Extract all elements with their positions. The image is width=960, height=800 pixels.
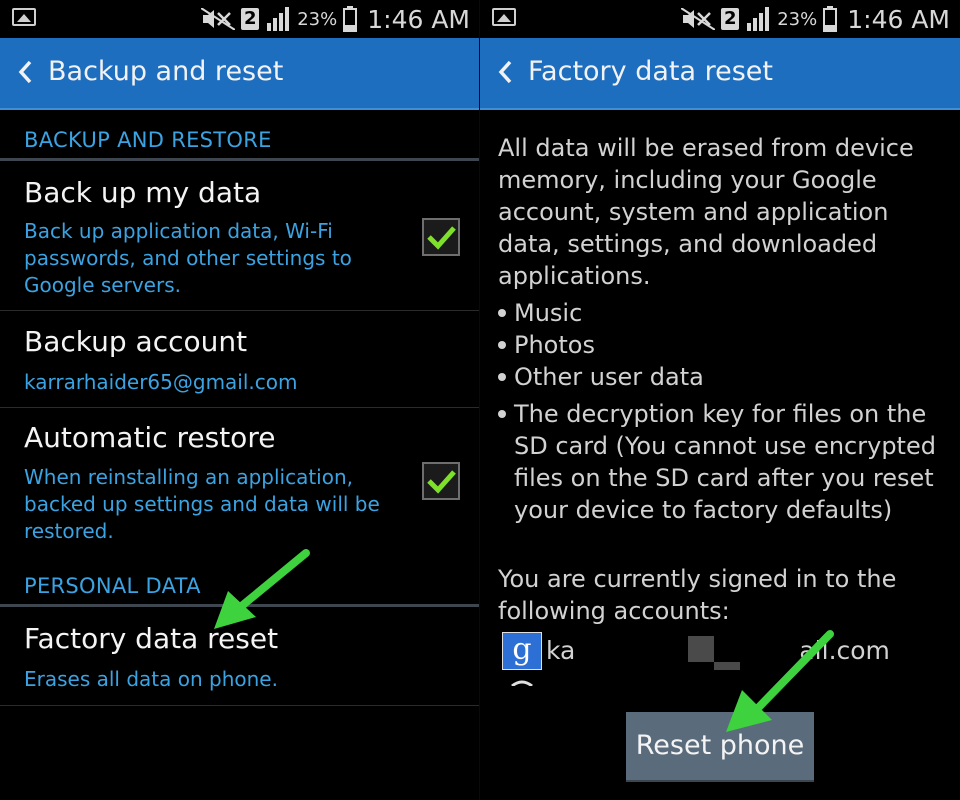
item-title: Automatic restore [24, 421, 276, 454]
clock: 1:46 AM [847, 4, 950, 34]
battery-icon [343, 6, 358, 32]
back-chevron-icon[interactable] [494, 58, 518, 86]
second-account-icon [511, 680, 533, 686]
item-divider [0, 407, 480, 408]
bullet-item: Other user data [514, 363, 704, 391]
image-icon [12, 8, 36, 26]
bullet-icon [498, 341, 506, 349]
bullet-icon [498, 373, 506, 381]
clock: 1:46 AM [367, 4, 470, 34]
mute-icon [201, 8, 236, 30]
item-divider [0, 705, 480, 706]
battery-percent: 23% [777, 8, 818, 30]
backup-account-item[interactable]: Backup account karrarhaider65@gmail.com [0, 325, 480, 405]
back-chevron-icon[interactable] [14, 58, 38, 86]
checkmark-icon [427, 226, 456, 250]
section-divider [0, 158, 480, 161]
factory-data-reset-item[interactable]: Factory data reset Erases all data on ph… [0, 622, 480, 702]
section-header-backup: BACKUP AND RESTORE [24, 128, 272, 152]
status-bar: 2 23% 1:46 AM [0, 0, 480, 38]
action-bar: Backup and reset [0, 38, 480, 110]
signed-in-text: You are currently signed in to the follo… [498, 565, 897, 625]
bullet-icon [498, 309, 506, 317]
page-title: Factory data reset [528, 56, 773, 87]
section-divider [0, 604, 480, 607]
account-email-start: ka [546, 636, 576, 665]
redaction-block [688, 636, 714, 662]
google-account-icon: g [502, 632, 542, 670]
automatic-restore-item[interactable]: Automatic restore When reinstalling an a… [0, 421, 480, 551]
item-subtitle: Erases all data on phone. [24, 667, 278, 691]
bullet-icon [498, 410, 506, 418]
signal-icon [747, 7, 770, 31]
backup-checkbox[interactable] [422, 218, 460, 256]
reset-phone-button[interactable]: Reset phone [626, 712, 814, 780]
status-indicators: 2 23% 1:46 AM [681, 4, 950, 34]
item-title: Factory data reset [24, 622, 279, 655]
factory-reset-screen: 2 23% 1:46 AM Factory data reset All dat… [480, 0, 960, 800]
mute-icon [681, 8, 716, 30]
bullet-item: Music [514, 299, 583, 327]
item-title: Back up my data [24, 176, 262, 209]
bullet-item: Photos [514, 331, 595, 359]
battery-icon [823, 6, 838, 32]
reset-warning-text: All data will be erased from device memo… [498, 134, 914, 290]
backup-my-data-item[interactable]: Back up my data Back up application data… [0, 176, 480, 308]
item-title: Backup account [24, 325, 248, 358]
sim-icon: 2 [721, 8, 740, 30]
item-subtitle: karrarhaider65@gmail.com [24, 370, 298, 394]
restore-checkbox[interactable] [422, 462, 460, 500]
bullet-item: The decryption key for files on the SD c… [514, 400, 936, 524]
item-subtitle: When reinstalling an application, backed… [24, 465, 380, 543]
account-email-end: ail.com [799, 636, 890, 665]
status-bar: 2 23% 1:46 AM [480, 0, 960, 38]
action-bar: Factory data reset [480, 38, 960, 110]
status-indicators: 2 23% 1:46 AM [201, 4, 470, 34]
item-subtitle: Back up application data, Wi-Fi password… [24, 219, 352, 297]
section-header-personal: PERSONAL DATA [24, 574, 201, 598]
battery-percent: 23% [297, 8, 338, 30]
page-title: Backup and reset [48, 56, 284, 87]
backup-reset-screen: 2 23% 1:46 AM Backup and reset BACKUP AN… [0, 0, 480, 800]
image-icon [492, 8, 516, 26]
sim-icon: 2 [241, 8, 260, 30]
redaction-block [714, 662, 740, 670]
signal-icon [267, 7, 290, 31]
item-divider [0, 310, 480, 311]
account-email: ka ail.com [546, 636, 890, 665]
checkmark-icon [427, 470, 456, 494]
